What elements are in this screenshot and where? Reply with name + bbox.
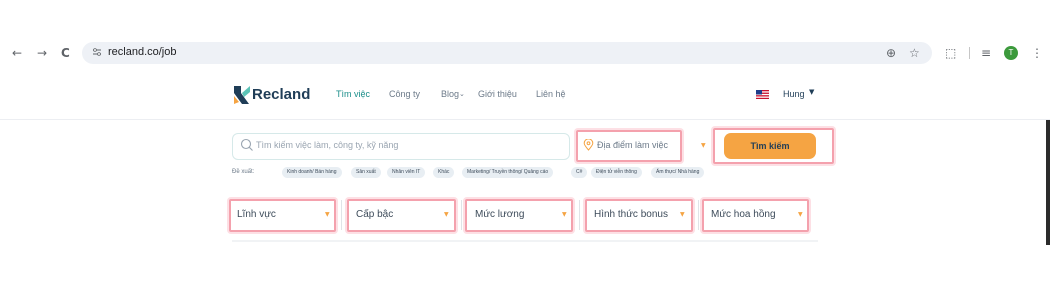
filter-divider <box>461 200 462 230</box>
location-pin-icon <box>583 139 594 151</box>
browser-chrome: ← → C recland.co/job ⊕ ☆ ⬚ ≡ T ⋮ <box>0 0 1050 78</box>
filter-label: Lĩnh vực <box>237 209 276 220</box>
suggestion-chip[interactable]: Nhân viên IT <box>387 167 426 178</box>
browser-menu-icon[interactable]: ⋮ <box>1031 45 1043 61</box>
nav-tim-viec[interactable]: Tìm việc <box>336 89 370 99</box>
site-info-icon[interactable] <box>92 47 102 57</box>
suggestion-chip[interactable]: Ẩm thực/ Nhà hàng <box>651 167 705 178</box>
location-chevron-down-icon[interactable]: ▼ <box>701 142 706 149</box>
filter-divider <box>579 200 580 230</box>
blog-chevron-down-icon[interactable]: ⌄ <box>459 90 465 98</box>
suggestion-chip[interactable]: Khác <box>433 167 455 178</box>
search-placeholder: Tìm kiếm việc làm, công ty, kỹ năng <box>256 140 399 150</box>
nav-blog[interactable]: Blog <box>441 89 459 99</box>
nav-gioi-thieu[interactable]: Giới thiệu <box>478 89 517 99</box>
us-flag-icon[interactable] <box>756 90 769 99</box>
recland-logo-icon[interactable] <box>232 84 252 106</box>
nav-cong-ty[interactable]: Công ty <box>389 89 420 99</box>
user-caret-icon[interactable]: ▼ <box>809 88 814 96</box>
forward-icon[interactable]: → <box>37 45 47 61</box>
suggestion-chip[interactable]: C# <box>571 167 588 178</box>
site-header <box>0 78 1050 120</box>
filter-label: Hình thức bonus <box>594 209 668 220</box>
suggestion-label: Đề xuất: <box>232 169 255 175</box>
url-text[interactable]: recland.co/job <box>108 46 177 58</box>
media-control-icon[interactable]: ≡ <box>981 45 991 61</box>
suggestion-chip[interactable]: Sản xuất <box>351 167 381 178</box>
bookmark-star-icon[interactable]: ☆ <box>909 45 920 61</box>
filter-divider <box>341 200 342 230</box>
toolbar-divider <box>969 47 970 59</box>
reload-icon[interactable]: C <box>61 45 70 61</box>
location-placeholder: Địa điểm làm việc <box>597 140 669 150</box>
omnibox[interactable] <box>82 42 932 64</box>
chevron-down-icon: ▼ <box>798 211 803 218</box>
extensions-icon[interactable]: ⬚ <box>945 45 956 61</box>
search-button[interactable]: Tìm kiếm <box>724 133 816 159</box>
filter-divider <box>698 200 699 230</box>
suggestion-chip[interactable]: Kinh doanh/ Bán hàng <box>282 167 342 178</box>
filter-label: Mức lương <box>475 209 525 220</box>
back-icon[interactable]: ← <box>12 45 22 61</box>
chevron-down-icon: ▼ <box>680 211 685 218</box>
suggestion-chip[interactable]: Điện tử viễn thông <box>591 167 642 178</box>
nav-lien-he[interactable]: Liên hệ <box>536 89 566 99</box>
chevron-down-icon: ▼ <box>444 211 449 218</box>
filter-label: Cấp bậc <box>356 209 394 220</box>
suggestion-chip[interactable]: Marketing/ Truyền thông/ Quảng cáo <box>462 167 554 178</box>
zoom-icon[interactable]: ⊕ <box>886 45 896 61</box>
filter-label: Mức hoa hồng <box>711 209 776 220</box>
user-name[interactable]: Hung <box>783 89 805 99</box>
profile-avatar[interactable]: T <box>1004 46 1018 60</box>
logo-text[interactable]: Recland <box>252 86 310 103</box>
search-icon <box>240 138 253 151</box>
filter-bar-shadow <box>232 240 818 242</box>
chevron-down-icon: ▼ <box>562 211 567 218</box>
chevron-down-icon: ▼ <box>325 211 330 218</box>
